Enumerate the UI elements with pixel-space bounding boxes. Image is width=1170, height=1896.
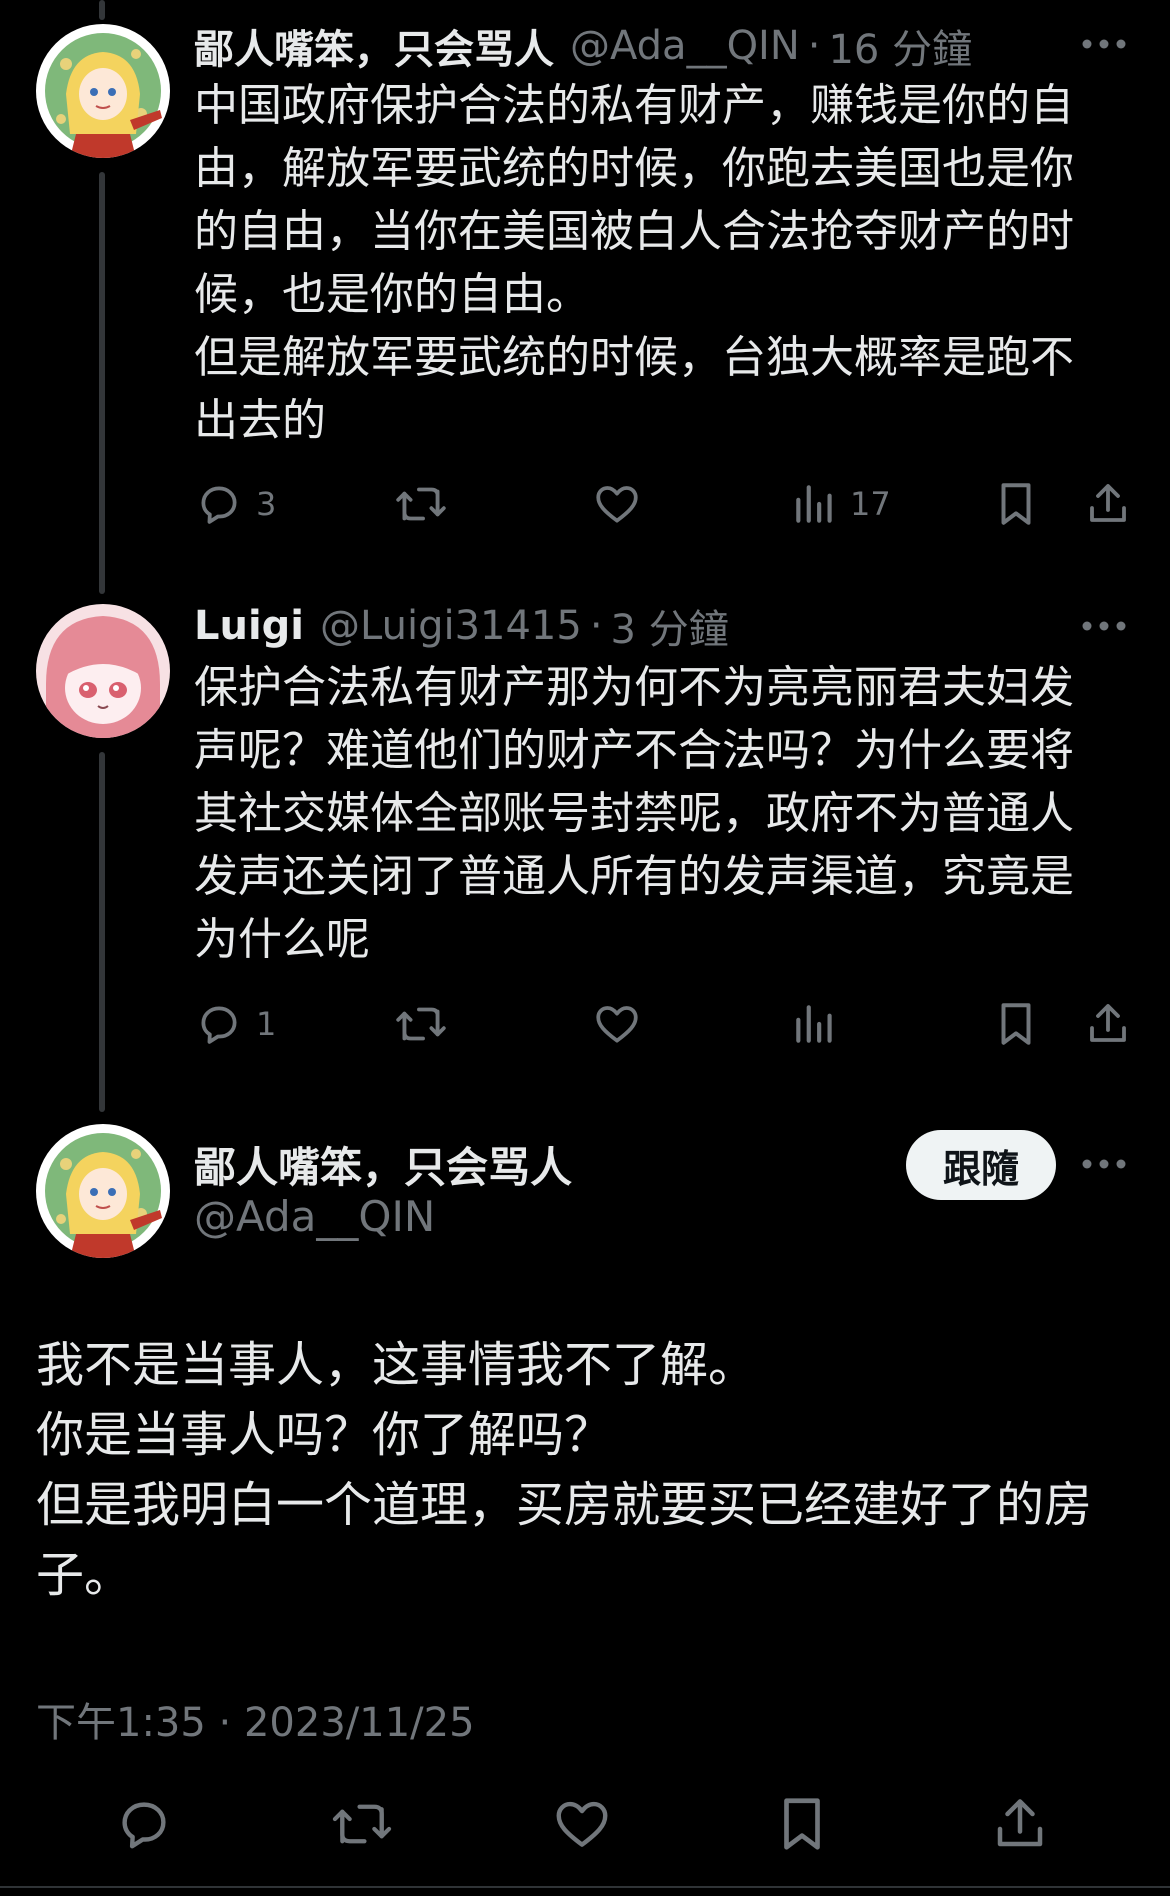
bookmark-button[interactable]	[994, 474, 1038, 534]
retweet-icon	[396, 487, 446, 521]
reply-icon	[122, 1802, 166, 1849]
tweet-text: 中国政府保护合法的私有财产，赚钱是你的自由，解放军要武统的时候，你跑去美国也是你…	[194, 74, 1114, 452]
tweet-actions: 1	[194, 994, 1134, 1054]
reply-button[interactable]: 3	[194, 474, 276, 534]
views-icon	[796, 485, 832, 523]
separator-dot: ·	[807, 23, 821, 69]
like-button[interactable]	[592, 474, 642, 534]
main-tweet-actions	[0, 1792, 1170, 1856]
share-button[interactable]	[1084, 474, 1132, 534]
thread-line	[99, 172, 105, 594]
reply-count: 3	[256, 485, 277, 523]
more-options-button[interactable]	[1074, 1144, 1134, 1184]
tweet-timestamp[interactable]: 下午1:35 · 2023/11/25	[36, 1690, 475, 1748]
share-button[interactable]	[988, 1792, 1052, 1856]
follow-button[interactable]: 跟隨	[906, 1130, 1056, 1200]
anime-girl-pink-avatar-icon	[36, 604, 170, 738]
tweet-text-line: 我不是当事人，这事情我不了解。	[36, 1337, 757, 1393]
reply-button[interactable]	[112, 1792, 176, 1856]
reply-icon	[201, 486, 237, 524]
views-icon	[796, 1005, 832, 1043]
avatar[interactable]	[36, 604, 170, 738]
user-handle[interactable]: @Ada__QIN	[194, 1192, 435, 1241]
views-button[interactable]: 17	[792, 474, 891, 534]
reply-button[interactable]: 1	[194, 994, 276, 1054]
share-icon	[1090, 1004, 1126, 1042]
bookmark-button[interactable]	[994, 994, 1038, 1054]
display-name[interactable]: Luigi	[194, 603, 304, 649]
separator-dot: ·	[589, 603, 603, 649]
tweet-header: 鄙人嘴笨，只会骂人 @Ada__QIN · 16 分鐘	[194, 18, 972, 74]
retweet-button[interactable]	[394, 474, 448, 534]
tweet-text-line: 中国政府保护合法的私有财产，赚钱是你的自由，解放军要武统的时候，你跑去美国也是你…	[194, 80, 1074, 320]
share-icon	[1090, 484, 1126, 522]
bookmark-icon	[1001, 483, 1031, 525]
display-name[interactable]: 鄙人嘴笨，只会骂人	[194, 17, 554, 75]
anime-girl-blonde-avatar-icon	[36, 24, 170, 158]
view-count: 17	[850, 485, 891, 523]
reply-icon	[201, 1006, 237, 1044]
heart-icon	[556, 1801, 608, 1847]
anime-girl-blonde-avatar-icon	[36, 1124, 170, 1258]
like-button[interactable]	[592, 994, 642, 1054]
share-icon	[997, 1799, 1043, 1847]
tweet-text-line: 你是当事人吗？你了解吗？	[36, 1407, 613, 1463]
bookmark-icon	[784, 1798, 820, 1850]
avatar[interactable]	[36, 24, 170, 158]
tweet-text: 保护合法私有财产那为何不为亮亮丽君夫妇发声呢？难道他们的财产不合法吗？为什么要将…	[194, 656, 1114, 971]
tweet-time[interactable]: 3 分鐘	[611, 597, 729, 655]
tweet-header: Luigi @Luigi31415 · 3 分鐘	[194, 598, 729, 654]
more-options-button[interactable]	[1074, 606, 1134, 646]
display-name[interactable]: 鄙人嘴笨，只会骂人	[194, 1134, 572, 1195]
like-button[interactable]	[550, 1792, 614, 1856]
thread-line	[99, 0, 105, 20]
more-icon	[1082, 39, 1126, 49]
views-button[interactable]	[792, 994, 850, 1054]
tweet-text-line: 保护合法私有财产那为何不为亮亮丽君夫妇发声呢？难道他们的财产不合法吗？为什么要将…	[194, 662, 1074, 965]
more-options-button[interactable]	[1074, 24, 1134, 64]
retweet-icon	[332, 1804, 392, 1844]
user-handle[interactable]: @Luigi31415	[320, 603, 582, 649]
tweet-text: 我不是当事人，这事情我不了解。 你是当事人吗？你了解吗？ 但是我明白一个道理，买…	[36, 1330, 1116, 1610]
retweet-button[interactable]	[330, 1792, 394, 1856]
reply-count: 1	[256, 1005, 277, 1043]
tweet-text-line: 但是解放军要武统的时候，台独大概率是跑不出去的	[194, 332, 1074, 446]
thread-line	[99, 752, 105, 1112]
share-button[interactable]	[1084, 994, 1132, 1054]
heart-icon	[596, 486, 638, 523]
bookmark-icon	[1001, 1003, 1031, 1045]
more-icon	[1082, 1159, 1126, 1169]
tweet-text-line: 但是我明白一个道理，买房就要买已经建好了的房子。	[36, 1477, 1093, 1603]
avatar[interactable]	[36, 1124, 170, 1258]
tweet-time[interactable]: 16 分鐘	[828, 17, 972, 75]
divider	[0, 1886, 1170, 1888]
tweet-actions: 3 17	[194, 474, 1134, 534]
more-icon	[1082, 621, 1126, 631]
user-handle[interactable]: @Ada__QIN	[570, 23, 800, 69]
retweet-icon	[396, 1007, 446, 1041]
bookmark-button[interactable]	[770, 1792, 834, 1856]
retweet-button[interactable]	[394, 994, 448, 1054]
heart-icon	[596, 1006, 638, 1043]
